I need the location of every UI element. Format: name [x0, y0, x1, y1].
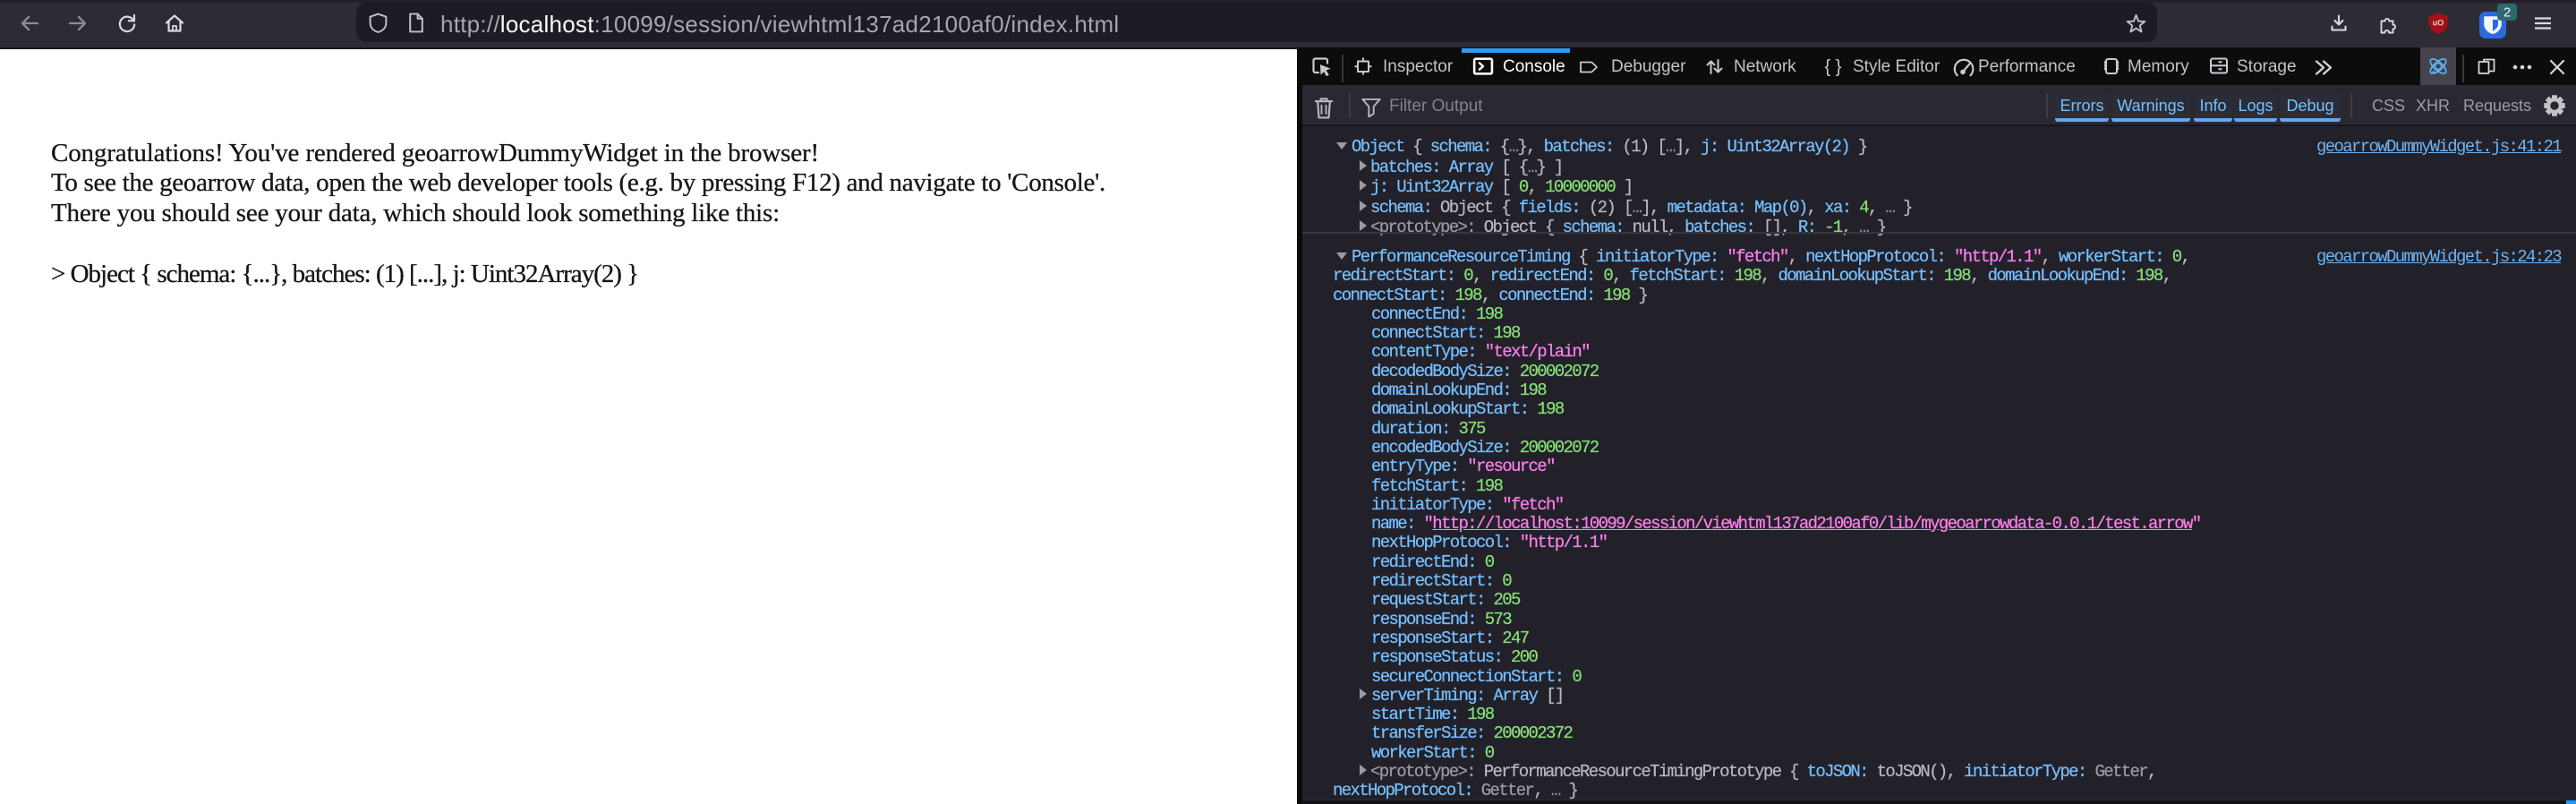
- svg-text:uO: uO: [2433, 19, 2444, 28]
- svg-text:2: 2: [2503, 5, 2511, 21]
- svg-text:{ }: { }: [1825, 57, 1842, 77]
